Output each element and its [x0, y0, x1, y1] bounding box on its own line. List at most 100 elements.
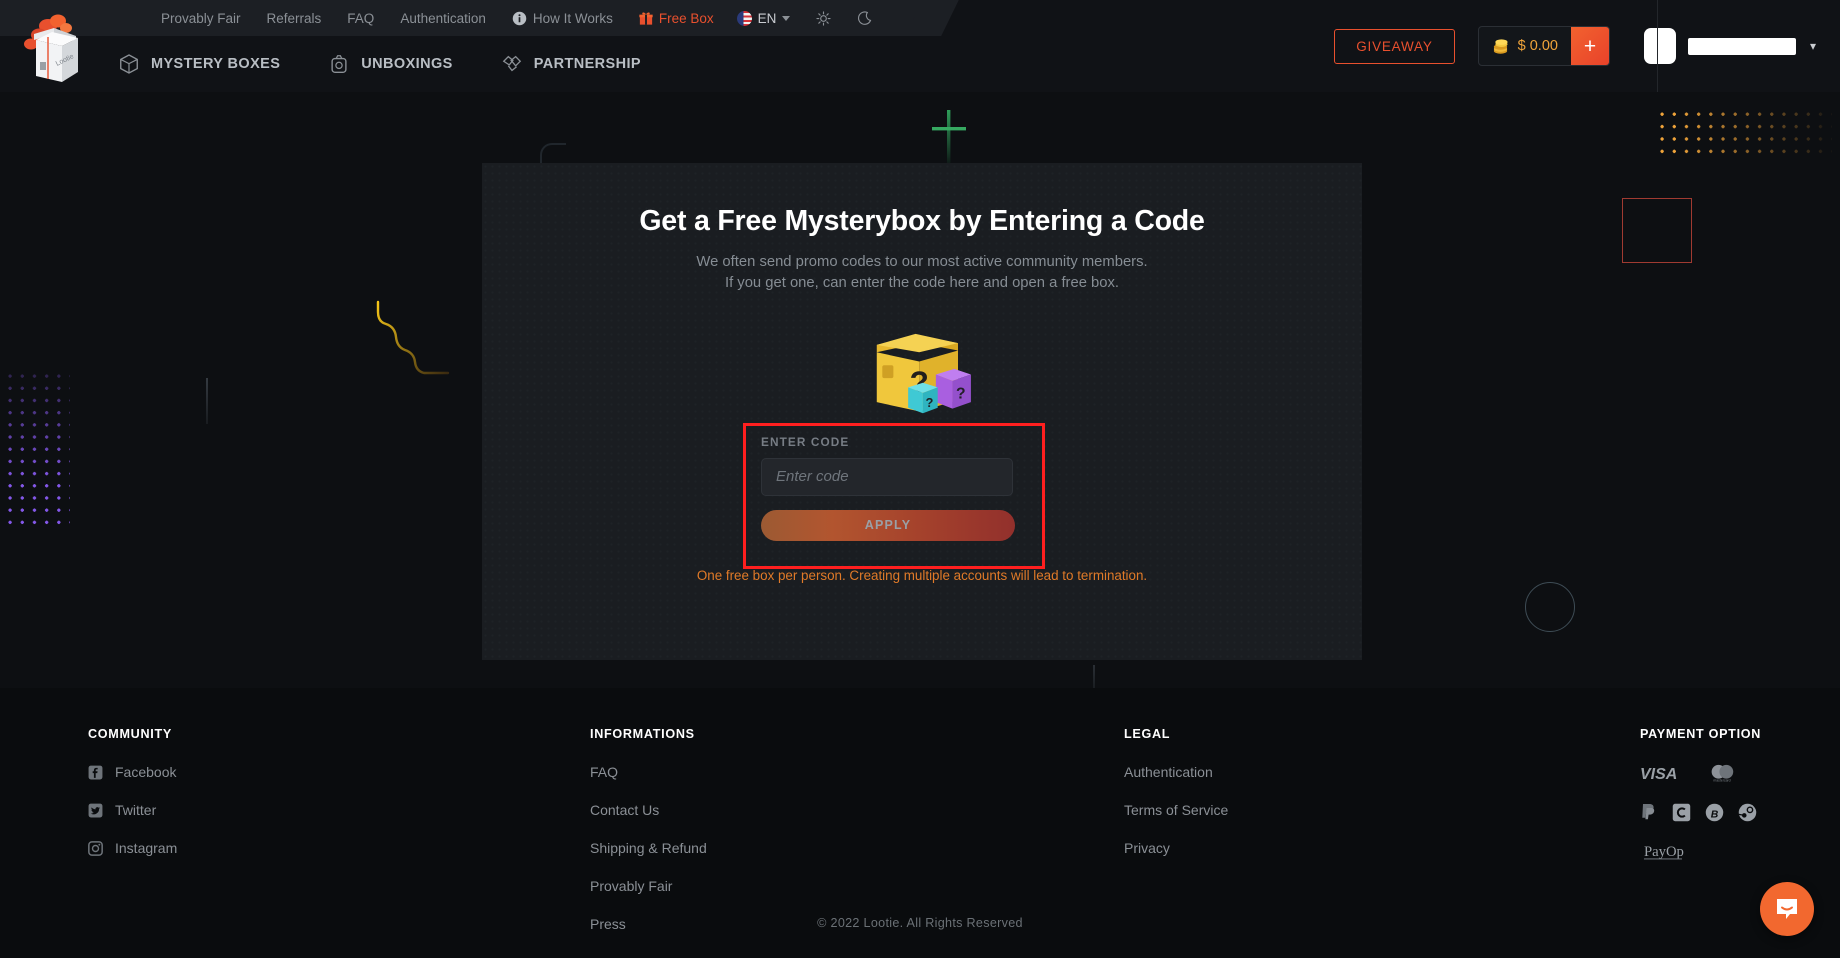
footer-link-contact-us[interactable]: Contact Us	[590, 802, 707, 818]
sun-icon	[816, 10, 832, 26]
svg-text:?: ?	[956, 385, 966, 402]
footer-link-shipping-refund[interactable]: Shipping & Refund	[590, 840, 707, 856]
site-header: Lootie Provably Fair Referrals FAQ Authe…	[0, 0, 1840, 92]
footer-link-privacy[interactable]: Privacy	[1124, 840, 1228, 856]
main-nav-mystery-boxes[interactable]: MYSTERY BOXES	[118, 53, 280, 75]
coins-icon	[1493, 38, 1508, 54]
orange-dot-grid-decoration	[1656, 108, 1832, 156]
green-cross-decoration	[932, 110, 966, 168]
apply-button[interactable]: APPLY	[761, 509, 1015, 541]
red-square-outline-decoration	[1622, 198, 1692, 263]
paypal-icon	[1642, 804, 1655, 820]
footer-link-twitter[interactable]: Twitter	[88, 802, 177, 818]
main-nav-label: PARTNERSHIP	[533, 56, 641, 72]
page-title: Get a Free Mysterybox by Entering a Code	[639, 205, 1205, 237]
payop-icon: PayOp	[1643, 844, 1684, 860]
payment-icons-row-2: B	[1640, 803, 1761, 822]
svg-text:VISA: VISA	[1640, 766, 1677, 783]
footer-columns: COMMUNITY Facebook Twitter Instagram INF…	[0, 727, 1840, 932]
code-input[interactable]	[761, 457, 1013, 496]
free-box-card: Get a Free Mysterybox by Entering a Code…	[482, 163, 1362, 660]
bitcoin-icon: B	[1705, 803, 1724, 822]
chevron-down-icon: ▾	[1809, 39, 1816, 53]
utility-nav-label: How It Works	[532, 10, 613, 26]
footer-link-facebook[interactable]: Facebook	[88, 764, 177, 780]
utility-nav-referrals[interactable]: Referrals	[254, 0, 335, 36]
site-footer: COMMUNITY Facebook Twitter Instagram INF…	[0, 688, 1840, 958]
utility-nav-authentication[interactable]: Authentication	[387, 0, 499, 36]
card-subtitle: We often send promo codes to our most ac…	[482, 252, 1362, 295]
footer-link-label: Facebook	[115, 764, 177, 780]
chevron-down-icon	[782, 15, 791, 21]
code-form: ENTER CODE APPLY	[743, 422, 1073, 569]
balance-widget: $ 0.00 +	[1477, 26, 1610, 66]
header-divider	[1657, 0, 1658, 92]
twitter-icon	[88, 803, 103, 817]
footer-column-legal: LEGAL Authentication Terms of Service Pr…	[1124, 727, 1228, 878]
language-label: EN	[757, 10, 777, 26]
payment-icons-row-3: PayOp	[1640, 842, 1761, 861]
handshake-icon	[502, 55, 521, 72]
avatar	[1643, 28, 1676, 64]
main-nav-unboxings[interactable]: UNBOXINGS	[328, 53, 452, 75]
header-actions: GIVEAWAY $ 0.00 + ▾	[1334, 0, 1840, 92]
info-circle-icon	[512, 11, 527, 25]
utility-nav-label: Referrals	[266, 10, 322, 26]
balance-amount: $ 0.00	[1517, 38, 1558, 54]
coinbase-icon	[1672, 803, 1691, 822]
mastercard-icon: mastercard	[1711, 764, 1734, 782]
footer-link-label: Instagram	[115, 840, 178, 856]
footer-link-provably-fair[interactable]: Provably Fair	[590, 878, 707, 894]
cube-icon	[120, 54, 138, 74]
utility-nav-provably-fair[interactable]: Provably Fair	[148, 0, 254, 36]
copyright-text: © 2022 Lootie. All Rights Reserved	[817, 916, 1023, 930]
intercom-chat-icon	[1777, 899, 1797, 919]
footer-column-payment: PAYMENT OPTION VISA mastercard B PayOp	[1640, 727, 1761, 881]
utility-nav-label: Free Box	[658, 10, 714, 26]
utility-nav: Provably Fair Referrals FAQ Authenticati…	[148, 0, 885, 36]
giveaway-button[interactable]: GIVEAWAY	[1334, 28, 1455, 64]
balance-display[interactable]: $ 0.00	[1479, 37, 1571, 56]
footer-link-label: Terms of Service	[1124, 802, 1229, 818]
us-flag-icon	[736, 10, 752, 26]
footer-link-faq[interactable]: FAQ	[590, 764, 707, 780]
theme-light-toggle[interactable]	[803, 0, 844, 36]
footer-link-label: FAQ	[590, 764, 619, 780]
utility-nav-how-it-works[interactable]: How It Works	[499, 0, 626, 36]
card-subtitle-line1: We often send promo codes to our most ac…	[696, 254, 1148, 270]
instagram-icon	[88, 840, 103, 856]
plus-icon: +	[1583, 34, 1597, 58]
utility-nav-faq[interactable]: FAQ	[334, 0, 387, 36]
footer-heading: LEGAL	[1124, 727, 1171, 741]
utility-nav-label: Authentication	[400, 10, 486, 26]
language-selector[interactable]: EN	[727, 0, 804, 36]
purple-dot-grid-decoration	[4, 370, 70, 530]
theme-dark-toggle[interactable]	[844, 0, 885, 36]
enter-code-label: ENTER CODE	[761, 434, 850, 449]
page-root: Lootie Provably Fair Referrals FAQ Authe…	[0, 0, 1840, 958]
footer-link-authentication[interactable]: Authentication	[1124, 764, 1228, 780]
svg-text:?: ?	[925, 395, 933, 410]
user-menu[interactable]: ▾	[1643, 28, 1816, 64]
footer-link-instagram[interactable]: Instagram	[88, 840, 177, 856]
utility-nav-free-box[interactable]: Free Box	[626, 0, 727, 36]
gift-icon	[639, 11, 653, 25]
main-nav-label: UNBOXINGS	[361, 56, 453, 72]
footer-heading: PAYMENT OPTION	[1640, 727, 1762, 741]
main-nav-partnership[interactable]: PARTNERSHIP	[501, 53, 641, 75]
squiggle-line-decoration	[376, 300, 450, 375]
footer-link-label: Authentication	[1124, 764, 1213, 780]
footer-link-label: Twitter	[115, 802, 157, 818]
username-redacted	[1687, 37, 1796, 55]
footer-link-terms-of-service[interactable]: Terms of Service	[1124, 802, 1228, 818]
footer-heading: INFORMATIONS	[590, 727, 695, 741]
intercom-chat-button[interactable]	[1760, 882, 1814, 936]
visa-icon: VISA	[1640, 766, 1677, 783]
warning-text: One free box per person. Creating multip…	[696, 567, 1148, 583]
footer-column-community: COMMUNITY Facebook Twitter Instagram	[88, 727, 177, 878]
add-funds-button[interactable]: +	[1570, 27, 1609, 65]
camera-icon	[331, 55, 347, 73]
svg-text:PayOp: PayOp	[1644, 844, 1684, 860]
lootie-box-logo[interactable]: Lootie	[18, 4, 86, 84]
svg-text:mastercard: mastercard	[1713, 778, 1730, 782]
